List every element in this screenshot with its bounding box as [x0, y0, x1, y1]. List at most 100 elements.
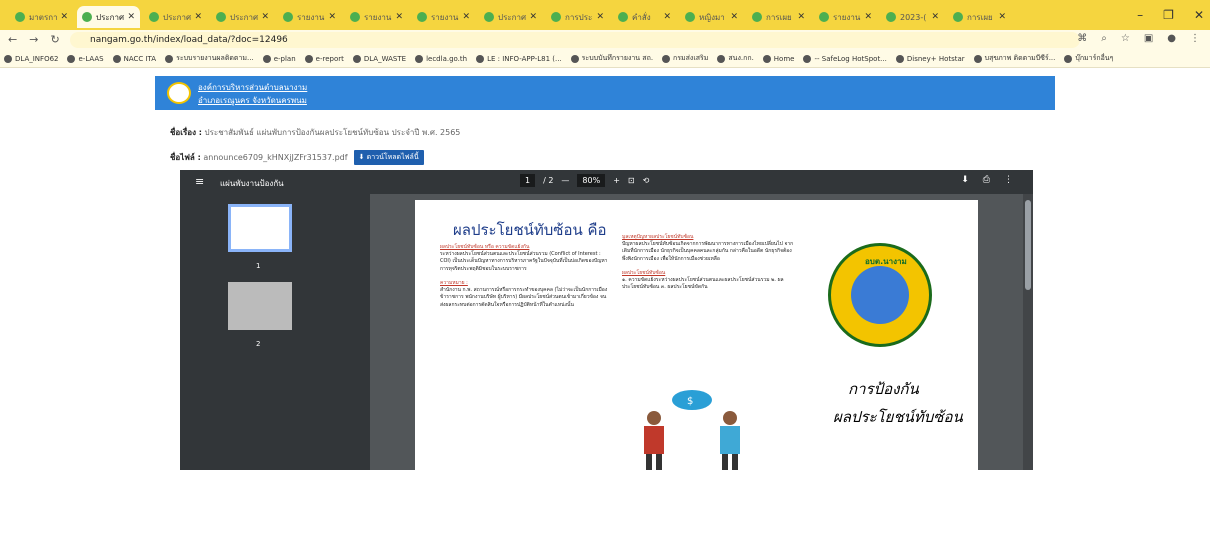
bookmark-item[interactable]: Home [762, 54, 794, 63]
pdf-toolbar: ≡ แผ่นพับงานป้องกัน 1 / 2 — 80% + ⊡ ⟲ ⬇ … [180, 170, 1033, 194]
tab-label: การประ [565, 12, 593, 22]
minimize-icon[interactable]: – [1137, 8, 1143, 22]
browser-tab[interactable]: รายงาน ✕ [814, 6, 877, 28]
tab-favicon-icon [417, 12, 427, 22]
bookmark-item[interactable]: -- SafeLog HotSpot... [803, 54, 887, 63]
bookmark-item[interactable]: DLA_INFO62 [4, 54, 58, 63]
browser-tab[interactable]: ประกาศ ✕ [211, 6, 274, 28]
browser-tab[interactable]: ประกาศ ✕ [479, 6, 542, 28]
pdf-scrollbar[interactable] [1023, 194, 1033, 470]
browser-tab[interactable]: รายงาน ✕ [412, 6, 475, 28]
org-name[interactable]: องค์การบริหารส่วนตำบลนางาม [198, 81, 307, 94]
tab-favicon-icon [283, 12, 293, 22]
tab-favicon-icon [484, 12, 494, 22]
close-tab-icon[interactable]: ✕ [127, 12, 135, 22]
maximize-icon[interactable]: ❐ [1163, 8, 1174, 22]
thumbnail-page-1[interactable] [228, 204, 292, 252]
zoom-level[interactable]: 80% [577, 174, 606, 187]
tab-label: การเผย [967, 12, 993, 22]
bookmark-item[interactable]: e-report [304, 54, 344, 63]
tab-strip: มาตรการ✕ประกาศ✕ประกาศ✕ประกาศ✕รายงาน✕รายง… [0, 0, 1210, 30]
bookmark-icon [67, 54, 76, 63]
bookmark-item[interactable]: ระบบบันทึกรายงาน สถ. [570, 53, 653, 64]
fit-page-icon[interactable]: ⊡ [628, 176, 635, 185]
pdf-page: ผลประโยชน์ทับซ้อน คือ ผลประโยชน์ทับซ้อน … [415, 200, 978, 470]
browser-tab[interactable]: การเผย ✕ [747, 6, 810, 28]
org-location[interactable]: อำเภอเรณูนคร จังหวัดนครพนม [198, 94, 307, 107]
browser-tab[interactable]: ประกาศ ✕ [144, 6, 207, 28]
zoom-in-button[interactable]: + [613, 176, 620, 185]
browser-tab[interactable]: รายงาน ✕ [345, 6, 408, 28]
bookmark-item[interactable]: บุ๊กมาร์กอื่นๆ [1064, 53, 1113, 64]
tab-favicon-icon [886, 12, 896, 22]
close-tab-icon[interactable]: ✕ [596, 12, 604, 22]
bookmark-item[interactable]: กรมส่งเสริม [662, 53, 708, 64]
bookmark-item[interactable]: ระบบรายงานผลติดตาม... [165, 53, 254, 64]
close-tab-icon[interactable]: ✕ [864, 12, 872, 22]
hamburger-menu-icon[interactable]: ≡ [195, 175, 204, 188]
address-bar: ← → ↻ nangam.go.th/index/load_data/?doc=… [0, 30, 1210, 50]
download-button[interactable]: ⬇ ดาวน์โหลดไฟล์นี้ [353, 150, 424, 165]
close-tab-icon[interactable]: ✕ [998, 12, 1006, 22]
url-input[interactable]: nangam.go.th/index/load_data/?doc=12496 [70, 32, 1080, 48]
bookmark-icon [803, 54, 812, 63]
browser-tab[interactable]: 2023-(✕ [881, 6, 944, 28]
close-tab-icon[interactable]: ✕ [529, 12, 537, 22]
bookmark-item[interactable]: LE : INFO-APP-L81 (... [476, 54, 562, 63]
tab-favicon-icon [216, 12, 226, 22]
close-tab-icon[interactable]: ✕ [663, 12, 671, 22]
tab-favicon-icon [752, 12, 762, 22]
sidepanel-icon[interactable]: ▣ [1144, 33, 1153, 44]
bookmark-item[interactable]: Disney+ Hotstar [895, 54, 965, 63]
bookmark-icon [262, 54, 271, 63]
profile-icon[interactable]: ● [1167, 33, 1176, 44]
bookmark-item[interactable]: สนง.กก. [717, 53, 754, 64]
rotate-icon[interactable]: ⟲ [643, 176, 650, 185]
download-icon[interactable]: ⬇ [961, 175, 969, 185]
browser-tab[interactable]: การประ ✕ [546, 6, 609, 28]
star-icon[interactable]: ☆ [1121, 33, 1130, 44]
dollar-sign: $ [687, 396, 693, 407]
close-tab-icon[interactable]: ✕ [462, 12, 470, 22]
zoom-icon[interactable]: ⌕ [1101, 33, 1107, 44]
close-tab-icon[interactable]: ✕ [730, 12, 738, 22]
thumbnail-number: 1 [256, 262, 261, 270]
menu-icon[interactable]: ⋮ [1190, 33, 1200, 44]
browser-tab[interactable]: หญิงมา ✕ [680, 6, 743, 28]
site-header: องค์การบริหารส่วนตำบลนางาม อำเภอเรณูนคร … [155, 76, 1055, 110]
pdf-column-middle: มูลเหตุปัญหาผลประโยชน์ทับซ้อน ปัญหาผลประ… [622, 234, 794, 291]
tab-label: คำสั่ง [632, 12, 651, 22]
browser-tab[interactable]: คำสั่ง ✕ [613, 6, 676, 28]
bookmark-item[interactable]: e-plan [262, 54, 296, 63]
tab-label: การเผย [766, 12, 792, 22]
more-options-icon[interactable]: ⋮ [1004, 175, 1013, 185]
close-tab-icon[interactable]: ✕ [395, 12, 403, 22]
translate-icon[interactable]: ⌘ [1077, 33, 1087, 44]
print-icon[interactable]: ⎙ [983, 175, 990, 185]
close-window-icon[interactable]: ✕ [1194, 8, 1204, 22]
browser-tab[interactable]: มาตรการ✕ [10, 6, 73, 28]
close-tab-icon[interactable]: ✕ [328, 12, 336, 22]
back-icon[interactable]: ← [8, 33, 17, 46]
bookmark-item[interactable]: lecdla.go.th [415, 54, 467, 63]
page-number-input[interactable]: 1 [520, 174, 536, 187]
close-tab-icon[interactable]: ✕ [194, 12, 202, 22]
browser-tab[interactable]: รายงาน ✕ [278, 6, 341, 28]
close-tab-icon[interactable]: ✕ [931, 12, 939, 22]
bookmark-item[interactable]: DLA_WASTE [352, 54, 406, 63]
close-tab-icon[interactable]: ✕ [261, 12, 269, 22]
close-tab-icon[interactable]: ✕ [797, 12, 805, 22]
bookmark-item[interactable]: บสุขภาพ ติดตามบีซีร์... [973, 53, 1055, 64]
browser-tab[interactable]: การเผย ✕ [948, 6, 1011, 28]
browser-tab[interactable]: ประกาศ ✕ [77, 6, 140, 28]
reload-icon[interactable]: ↻ [50, 33, 59, 46]
forward-icon[interactable]: → [29, 33, 38, 46]
bookmark-item[interactable]: NACC ITA [112, 54, 156, 63]
thumbnail-page-2[interactable] [228, 282, 292, 330]
tab-favicon-icon [350, 12, 360, 22]
bookmark-item[interactable]: e-LAAS [67, 54, 104, 63]
pdf-title: แผ่นพับงานป้องกัน [220, 179, 284, 188]
close-tab-icon[interactable]: ✕ [60, 12, 68, 22]
zoom-out-button[interactable]: — [561, 176, 569, 185]
tab-label: ประกาศ [96, 12, 125, 22]
